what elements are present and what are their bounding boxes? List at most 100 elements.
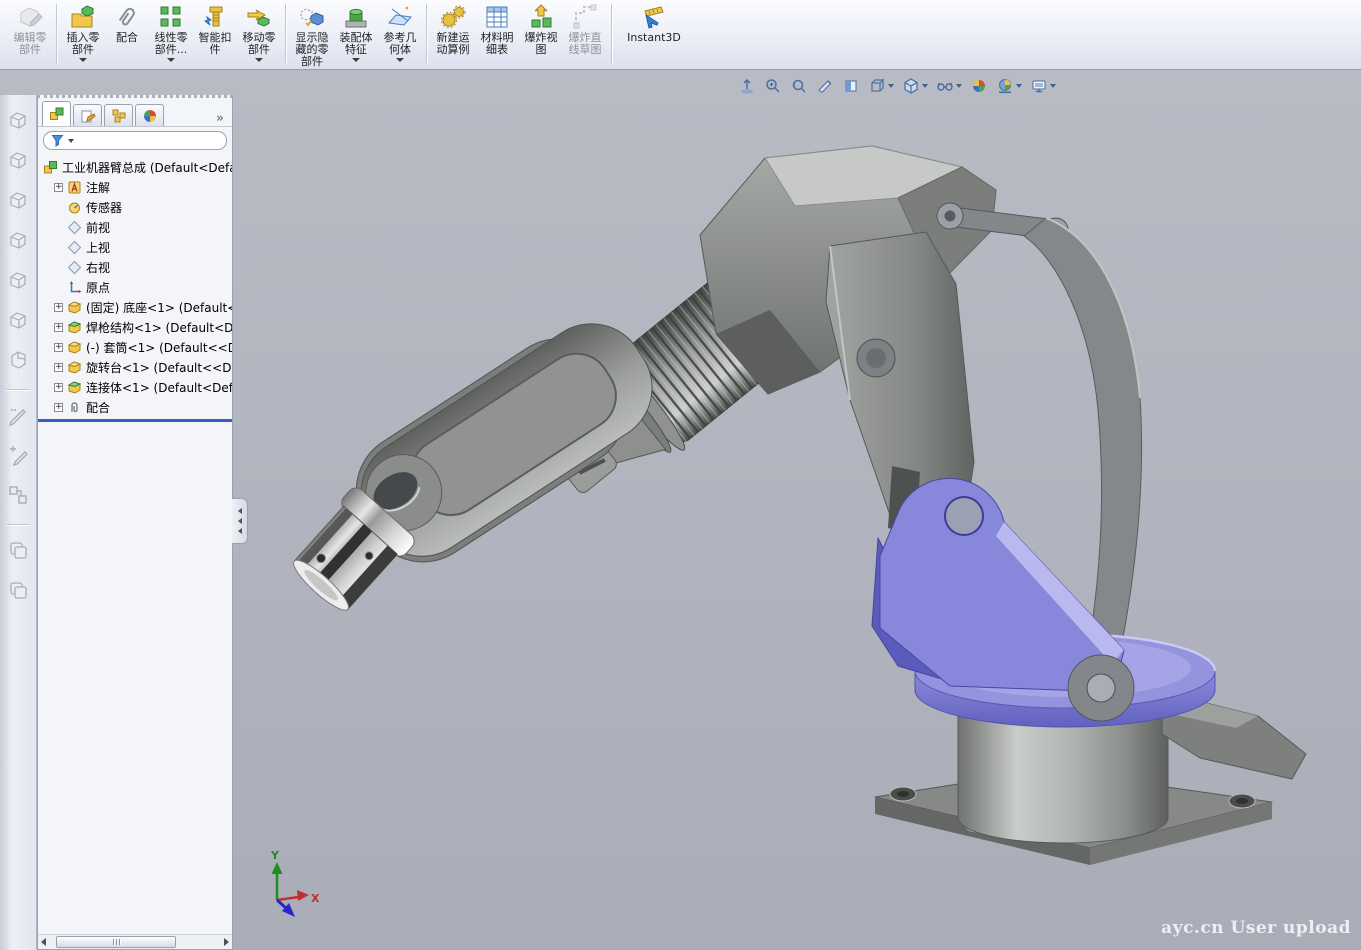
tree-item-sensors[interactable]: 传感器	[38, 197, 232, 217]
expand-toggle[interactable]: +	[54, 403, 63, 412]
insert-components-icon	[69, 2, 97, 32]
apply-scene-icon[interactable]	[996, 77, 1022, 95]
tree-item-mates[interactable]: + 配合	[38, 397, 232, 417]
scroll-right-icon[interactable]	[224, 938, 229, 946]
panel-tab-bar: »	[38, 98, 232, 127]
dropdown-arrow-icon[interactable]	[167, 58, 175, 62]
edit-component-button[interactable]: 编辑零部件	[8, 0, 52, 69]
scroll-left-icon[interactable]	[41, 938, 46, 946]
sensors-icon	[67, 200, 82, 215]
explode-line-sketch-button[interactable]: 爆炸直线草图	[563, 0, 607, 69]
bill-of-materials-button[interactable]: 材料明细表	[475, 0, 519, 69]
link-pivot[interactable]	[1068, 655, 1134, 721]
mate-button[interactable]: 配合	[105, 0, 149, 69]
pane-splitter[interactable]	[38, 419, 232, 422]
exploded-view-icon	[527, 2, 555, 32]
propertymanager-tab[interactable]	[73, 104, 102, 126]
linear-component-pattern-icon	[157, 2, 185, 32]
toolbar-separator	[285, 4, 286, 65]
show-hidden-components-button[interactable]: 显示隐藏的零部件	[290, 0, 334, 69]
sketch-icon[interactable]	[7, 404, 29, 430]
zoom-to-fit-icon[interactable]	[738, 77, 756, 95]
tree-item-turntable[interactable]: + 旋转台<1> (Default<<Defa	[38, 357, 232, 377]
headsup-view-toolbar	[738, 77, 1056, 95]
view-orientation-icon[interactable]	[868, 77, 894, 95]
dropdown-arrow-icon[interactable]	[396, 58, 404, 62]
dropdown-arrow-icon[interactable]	[255, 58, 263, 62]
expand-toggle[interactable]: +	[54, 323, 63, 332]
filter-dropdown-icon[interactable]	[68, 139, 74, 143]
plane-icon	[67, 220, 82, 235]
copy-appearance-icon[interactable]	[7, 539, 29, 565]
filter-funnel-icon	[51, 134, 64, 147]
tree-item-base[interactable]: + (固定) 底座<1> (Default<<D	[38, 297, 232, 317]
filter-bar[interactable]	[43, 131, 227, 150]
tree-item-top-plane[interactable]: 上视	[38, 237, 232, 257]
view-front-icon[interactable]	[7, 109, 29, 135]
tree-item-front-plane[interactable]: 前视	[38, 217, 232, 237]
toolbar-separator	[611, 4, 612, 65]
view-top-icon[interactable]	[7, 269, 29, 295]
zoom-to-area-icon[interactable]	[764, 77, 782, 95]
smart-fasteners-button[interactable]: 智能扣件	[193, 0, 237, 69]
smart-fasteners-icon	[201, 2, 229, 32]
paste-appearance-icon[interactable]	[7, 579, 29, 605]
new-motion-study-icon	[439, 2, 467, 32]
insert-components-button[interactable]: 插入零部件	[61, 0, 105, 69]
move-component-button[interactable]: 移动零部件	[237, 0, 281, 69]
featuremanager-tab[interactable]	[42, 101, 71, 126]
panel-overflow-button[interactable]: »	[216, 111, 228, 126]
mate-icon	[113, 2, 141, 32]
triad-x-label: X	[311, 892, 320, 905]
assembly-features-icon	[342, 2, 370, 32]
linear-component-pattern-button[interactable]: 线性零部件...	[149, 0, 193, 69]
view-right-icon[interactable]	[7, 229, 29, 255]
view-settings-icon[interactable]	[1030, 77, 1056, 95]
view-left-icon[interactable]	[7, 189, 29, 215]
display-style-icon[interactable]	[902, 77, 928, 95]
expand-toggle[interactable]: +	[54, 343, 63, 352]
expand-toggle[interactable]: +	[54, 303, 63, 312]
featuremanager-panel: » 工业机器臂总成 (Default<Defa + 注解 传感器 前视 上视	[37, 95, 233, 950]
panel-splitter-handle[interactable]	[232, 498, 248, 544]
triad-y-label: Y	[270, 849, 280, 862]
exploded-view-button[interactable]: 爆炸视图	[519, 0, 563, 69]
dropdown-arrow-icon[interactable]	[352, 58, 360, 62]
view-back-icon[interactable]	[7, 149, 29, 175]
previous-view-icon[interactable]	[790, 77, 808, 95]
edit-appearance-icon[interactable]	[970, 77, 988, 95]
reference-geometry-icon	[386, 2, 414, 32]
view-isometric-icon[interactable]	[7, 349, 29, 375]
tree-item-right-plane[interactable]: 右视	[38, 257, 232, 277]
toolbar-separator	[6, 524, 30, 525]
feature-tree: 工业机器臂总成 (Default<Defa + 注解 传感器 前视 上视 右视	[38, 154, 232, 422]
expand-toggle[interactable]: +	[54, 363, 63, 372]
3d-sketch-icon[interactable]	[7, 444, 29, 470]
new-motion-study-button[interactable]: 新建运动算例	[431, 0, 475, 69]
assembly-features-button[interactable]: 装配体特征	[334, 0, 378, 69]
displaymanager-tab[interactable]	[135, 104, 164, 126]
tree-item-assembly-root[interactable]: 工业机器臂总成 (Default<Defa	[38, 157, 232, 177]
section-view-icon[interactable]	[842, 77, 860, 95]
section-tool-icon[interactable]	[816, 77, 834, 95]
tree-item-connector[interactable]: + 连接体<1> (Default<Defaul	[38, 377, 232, 397]
reference-geometry-button[interactable]: 参考几何体	[378, 0, 422, 69]
part-icon	[67, 360, 82, 375]
instant3d-button[interactable]: Instant3D	[616, 0, 692, 69]
tree-item-origin[interactable]: 原点	[38, 277, 232, 297]
view-bottom-icon[interactable]	[7, 309, 29, 335]
tree-item-weld-gun[interactable]: + 焊枪结构<1> (Default<Defa	[38, 317, 232, 337]
hide-show-items-icon[interactable]	[936, 77, 962, 95]
orientation-triad: Y X	[270, 849, 320, 917]
tree-item-sleeve[interactable]: + (-) 套筒<1> (Default<<Def	[38, 337, 232, 357]
tree-item-annotations[interactable]: + 注解	[38, 177, 232, 197]
panel-horizontal-scrollbar[interactable]	[38, 934, 232, 949]
expand-toggle[interactable]: +	[54, 383, 63, 392]
expand-toggle[interactable]: +	[54, 183, 63, 192]
assembly-icon	[43, 160, 58, 175]
plane-icon	[67, 260, 82, 275]
configurationmanager-tab[interactable]	[104, 104, 133, 126]
dropdown-arrow-icon[interactable]	[79, 58, 87, 62]
derived-sketch-icon[interactable]	[7, 484, 29, 510]
scrollbar-thumb[interactable]	[56, 936, 176, 948]
